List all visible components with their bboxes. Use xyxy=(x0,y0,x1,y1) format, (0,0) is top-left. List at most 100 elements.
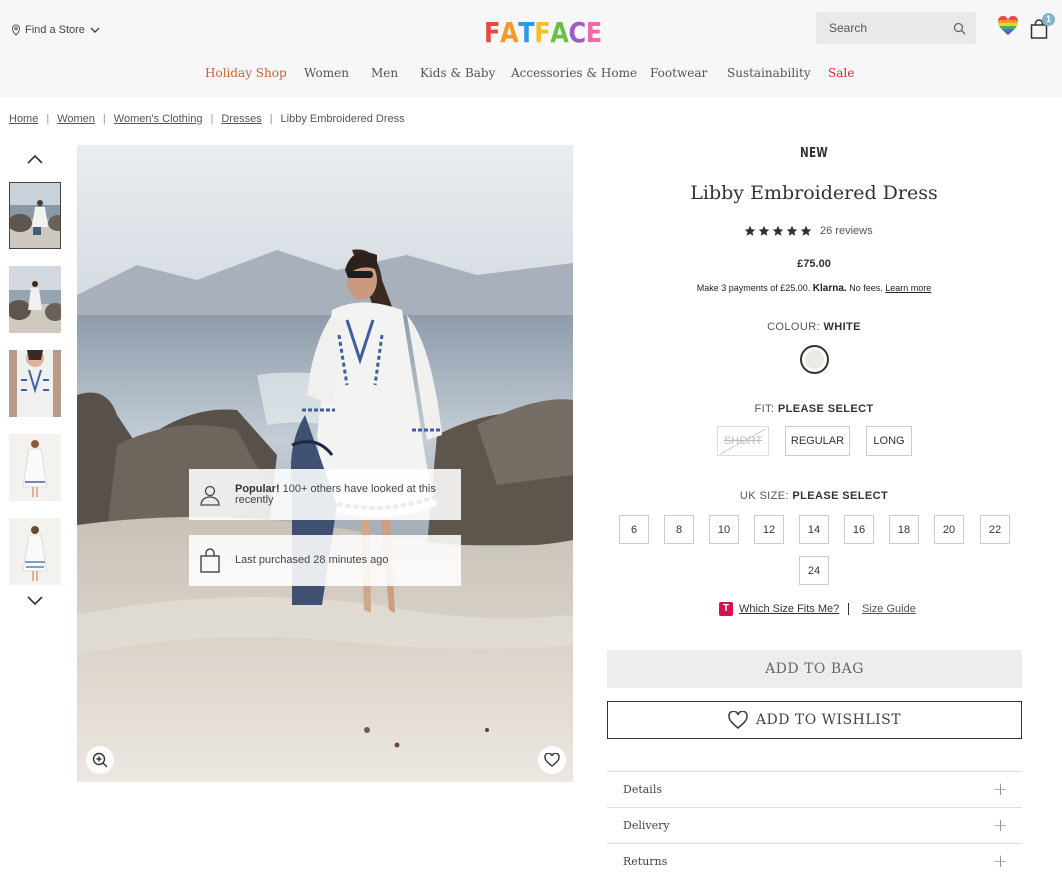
user-icon xyxy=(200,485,220,506)
breadcrumb-link[interactable]: Dresses xyxy=(221,113,261,125)
plus-icon: + xyxy=(992,815,1008,836)
size-option[interactable]: 14 xyxy=(799,515,829,544)
popular-notice: Popular! 100+ others have looked at this… xyxy=(189,469,461,520)
size-option[interactable]: 10 xyxy=(709,515,739,544)
size-option[interactable]: 6 xyxy=(619,515,649,544)
logo-letter: A xyxy=(500,16,519,49)
colour-value: WHITE xyxy=(823,321,861,333)
size-label-text: UK SIZE: xyxy=(739,490,789,502)
last-purchased-notice: Last purchased 28 minutes ago xyxy=(189,535,461,586)
nav-item[interactable]: Sale xyxy=(828,66,854,80)
thumbnail-5[interactable] xyxy=(9,518,61,585)
accordion-row[interactable]: Returns + xyxy=(607,843,1022,879)
wishlist-heart-icon[interactable] xyxy=(997,16,1019,36)
colour-label: COLOUR: WHITE xyxy=(767,321,861,333)
size-option[interactable]: 8 xyxy=(664,515,694,544)
bag-count-badge: 1 xyxy=(1042,13,1055,26)
logo-letter: E xyxy=(585,16,602,49)
breadcrumb-separator: | xyxy=(210,113,214,125)
plus-icon: + xyxy=(992,851,1008,872)
main-navigation: Holiday Shop Women Men Kids & Baby Accessori… xyxy=(0,62,1062,86)
plus-icon: + xyxy=(992,779,1008,800)
swatch-fill xyxy=(805,350,824,369)
add-to-wishlist-button[interactable]: ADD TO WISHLIST xyxy=(607,701,1022,739)
accordion-row[interactable]: Delivery + xyxy=(607,807,1022,843)
which-size-link[interactable]: Which Size Fits Me? xyxy=(739,603,839,615)
fit-regular-button[interactable]: REGULAR xyxy=(785,426,850,456)
fit-short-button[interactable]: SHORT xyxy=(717,426,769,456)
size-option[interactable]: 16 xyxy=(844,515,874,544)
thumbnail-1[interactable] xyxy=(9,182,61,249)
chevron-down-icon xyxy=(90,27,100,33)
accordion-label: Delivery xyxy=(623,819,670,832)
klarna-pre: Make 3 payments of £25.00. xyxy=(696,283,811,293)
nav-item[interactable]: Women xyxy=(304,66,349,80)
nav-item[interactable]: Accessories & Home xyxy=(511,66,637,80)
klarna-brand: Klarna. xyxy=(812,283,847,294)
size-option[interactable]: 18 xyxy=(889,515,919,544)
heart-icon xyxy=(728,711,748,729)
klarna-post: No fees. xyxy=(849,283,883,293)
search-box xyxy=(816,12,976,44)
star-icon xyxy=(800,225,812,236)
breadcrumb-link[interactable]: Women xyxy=(57,113,95,125)
colour-label-text: COLOUR: xyxy=(767,321,820,333)
nav-item[interactable]: Sustainability xyxy=(727,66,811,80)
size-option[interactable]: 24 xyxy=(799,556,829,585)
star-icon xyxy=(772,225,784,236)
last-purchased-text: Last purchased 28 minutes ago xyxy=(235,554,389,566)
breadcrumb-separator: | xyxy=(269,113,273,125)
shopping-bag-icon xyxy=(200,547,220,573)
accordion-row[interactable]: Details + xyxy=(607,771,1022,807)
size-guide-link[interactable]: Size Guide xyxy=(862,603,916,615)
fit-label: FIT: PLEASE SELECT xyxy=(754,403,873,415)
breadcrumb: Home | Women | Women's Clothing | Dresses | Libb… xyxy=(9,113,405,125)
site-header: Find a Store FATFACE 1 Holiday ShopWomen… xyxy=(0,0,1062,97)
review-count[interactable]: 26 reviews xyxy=(820,225,873,237)
logo-letter: F xyxy=(484,16,501,49)
star-icon xyxy=(786,225,798,236)
star-icon xyxy=(744,225,756,236)
fatface-logo[interactable]: FATFACE xyxy=(484,16,602,49)
search-input[interactable] xyxy=(829,21,953,35)
colour-swatch-white[interactable] xyxy=(800,345,829,374)
find-store-label: Find a Store xyxy=(25,24,85,36)
truefit-logo-icon: T xyxy=(719,602,733,616)
breadcrumb-link[interactable]: Home xyxy=(9,113,38,125)
search-icon[interactable] xyxy=(953,22,966,35)
size-value: PLEASE SELECT xyxy=(792,490,889,502)
image-wishlist-button[interactable] xyxy=(538,746,566,774)
size-option[interactable]: 12 xyxy=(754,515,784,544)
size-option[interactable]: 20 xyxy=(934,515,964,544)
breadcrumb-separator: | xyxy=(46,113,50,125)
klarna-learn-more-link[interactable]: Learn more xyxy=(885,283,931,293)
fit-label-text: FIT: xyxy=(754,403,775,415)
thumbnail-2[interactable] xyxy=(9,266,61,333)
thumbnail-3[interactable] xyxy=(9,350,61,417)
size-label: UK SIZE: PLEASE SELECT xyxy=(740,490,888,502)
zoom-button[interactable] xyxy=(86,746,114,774)
add-to-bag-button[interactable]: ADD TO BAG xyxy=(607,650,1022,688)
divider xyxy=(848,603,849,615)
nav-item[interactable]: Footwear xyxy=(650,66,707,80)
size-help[interactable]: T Which Size Fits Me? xyxy=(719,602,839,616)
zoom-in-icon xyxy=(92,752,108,768)
accordion-label: Details xyxy=(623,783,662,796)
breadcrumb-link[interactable]: Women's Clothing xyxy=(114,113,203,125)
klarna-info: Make 3 payments of £25.00. Klarna. No fe… xyxy=(697,283,932,294)
rating[interactable]: 26 reviews xyxy=(744,225,873,237)
new-tag: NEW xyxy=(800,146,828,161)
size-option[interactable]: 22 xyxy=(980,515,1010,544)
thumbnail-4[interactable] xyxy=(9,434,61,501)
find-store-link[interactable]: Find a Store xyxy=(11,24,101,36)
logo-letter: F xyxy=(534,16,551,49)
fit-long-button[interactable]: LONG xyxy=(866,426,912,456)
nav-item[interactable]: Kids & Baby xyxy=(420,66,495,80)
thumbnail-down-arrow-icon[interactable] xyxy=(26,594,44,608)
product-title: Libby Embroidered Dress xyxy=(690,182,938,204)
nav-item[interactable]: Men xyxy=(371,66,398,80)
logo-letter: C xyxy=(568,16,586,49)
nav-item[interactable]: Holiday Shop xyxy=(205,66,287,80)
thumbnail-up-arrow-icon[interactable] xyxy=(26,152,44,166)
main-product-image[interactable] xyxy=(77,145,573,782)
